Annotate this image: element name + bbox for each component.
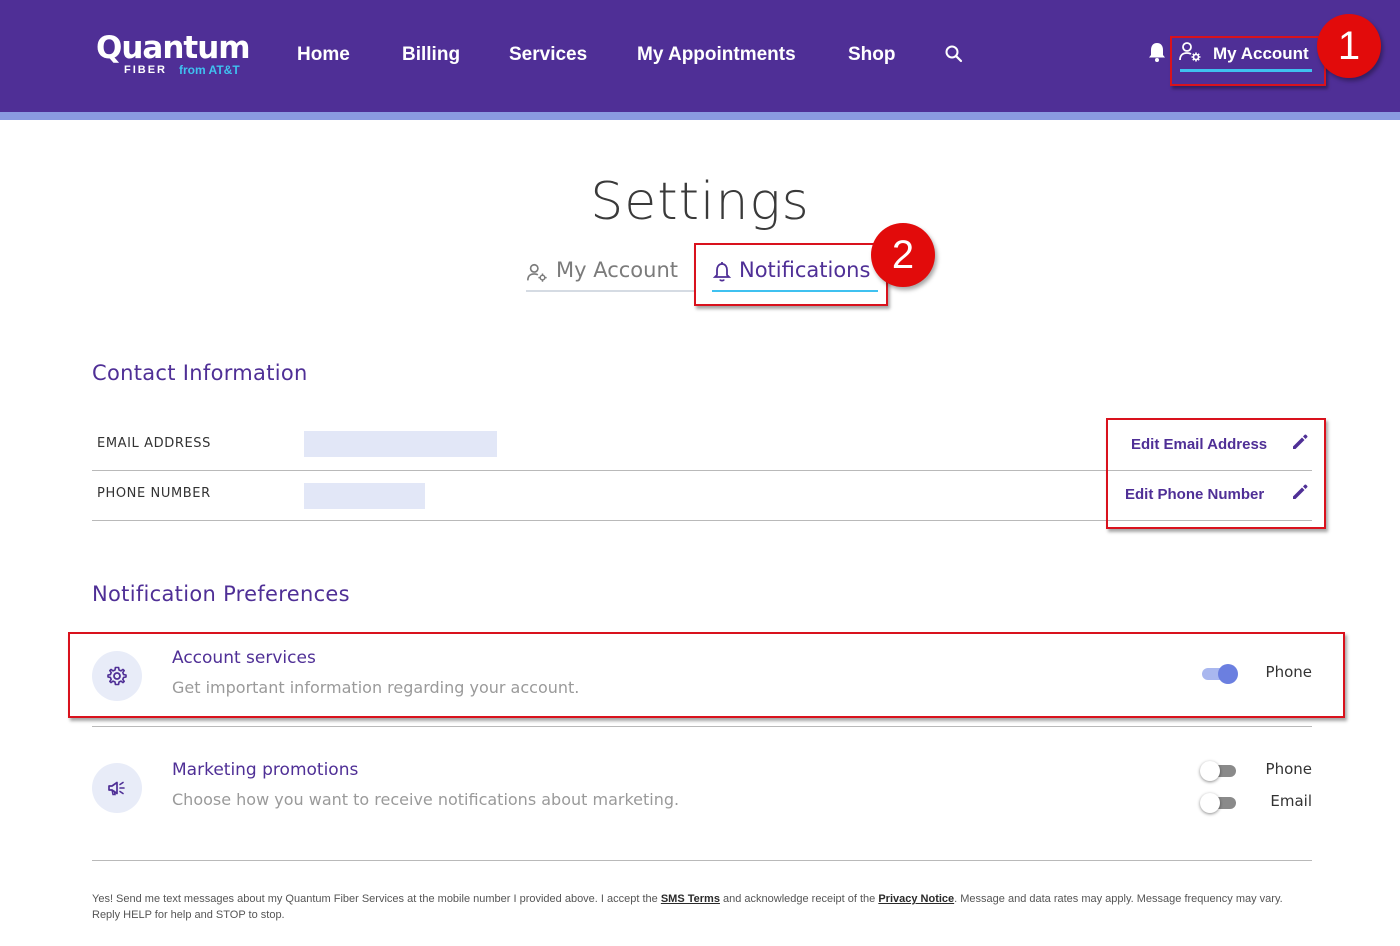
notification-preferences-heading: Notification Preferences: [92, 582, 350, 606]
marketing-promotions-title: Marketing promotions: [172, 760, 359, 780]
sms-terms-link[interactable]: SMS Terms: [661, 893, 720, 905]
nav-home[interactable]: Home: [297, 44, 350, 66]
annotation-badge-2: 2: [871, 223, 935, 287]
annotation-box-account-services: [68, 632, 1345, 718]
marketing-promotions-subtitle: Choose how you want to receive notificat…: [172, 790, 680, 809]
annotation-box-edit-links: [1106, 418, 1326, 529]
marketing-phone-toggle[interactable]: [1200, 760, 1238, 782]
annotation-box-notifications: [694, 243, 888, 306]
marketing-phone-label: Phone: [1265, 760, 1312, 778]
marketing-email-label: Email: [1270, 792, 1312, 810]
tab-my-account[interactable]: My Account: [526, 258, 696, 292]
tab-my-account-label: My Account: [556, 258, 679, 282]
toggle-knob: [1200, 793, 1220, 813]
marketing-promotions-icon-circle: [92, 763, 142, 813]
phone-value-redacted: [304, 483, 425, 509]
marketing-email-toggle[interactable]: [1200, 792, 1238, 814]
phone-number-label: PHONE NUMBER: [97, 486, 211, 501]
search-icon[interactable]: [944, 44, 964, 64]
sms-consent-text-2: and acknowledge receipt of the: [719, 893, 879, 905]
quantum-fiber-logo[interactable]: Quantum FIBER from AT&T: [96, 30, 256, 80]
bell-icon[interactable]: [1146, 41, 1168, 63]
annotation-badge-1: 1: [1317, 14, 1381, 78]
megaphone-icon: [108, 781, 125, 796]
divider: [92, 860, 1312, 861]
nav-my-appointments[interactable]: My Appointments: [637, 44, 796, 66]
nav-services[interactable]: Services: [509, 44, 587, 66]
email-address-label: EMAIL ADDRESS: [97, 436, 211, 451]
email-value-redacted: [304, 431, 497, 457]
divider: [92, 726, 1312, 727]
header-accent-stripe: [0, 112, 1400, 120]
logo-wordmark: Quantum: [96, 30, 251, 66]
logo-att-text: from AT&T: [179, 63, 240, 77]
privacy-notice-link[interactable]: Privacy Notice: [878, 893, 954, 905]
nav-billing[interactable]: Billing: [402, 44, 460, 66]
annotation-box-my-account: [1170, 36, 1326, 86]
toggle-knob: [1200, 761, 1220, 781]
sms-consent-text: Yes! Send me text messages about my Quan…: [92, 891, 1312, 923]
logo-fiber-text: FIBER: [124, 64, 167, 76]
nav-shop[interactable]: Shop: [848, 44, 896, 66]
sms-consent-text-1: Yes! Send me text messages about my Quan…: [92, 893, 661, 905]
contact-information-heading: Contact Information: [92, 361, 308, 385]
page-title: Settings: [590, 172, 810, 232]
user-gear-icon: [527, 263, 547, 282]
